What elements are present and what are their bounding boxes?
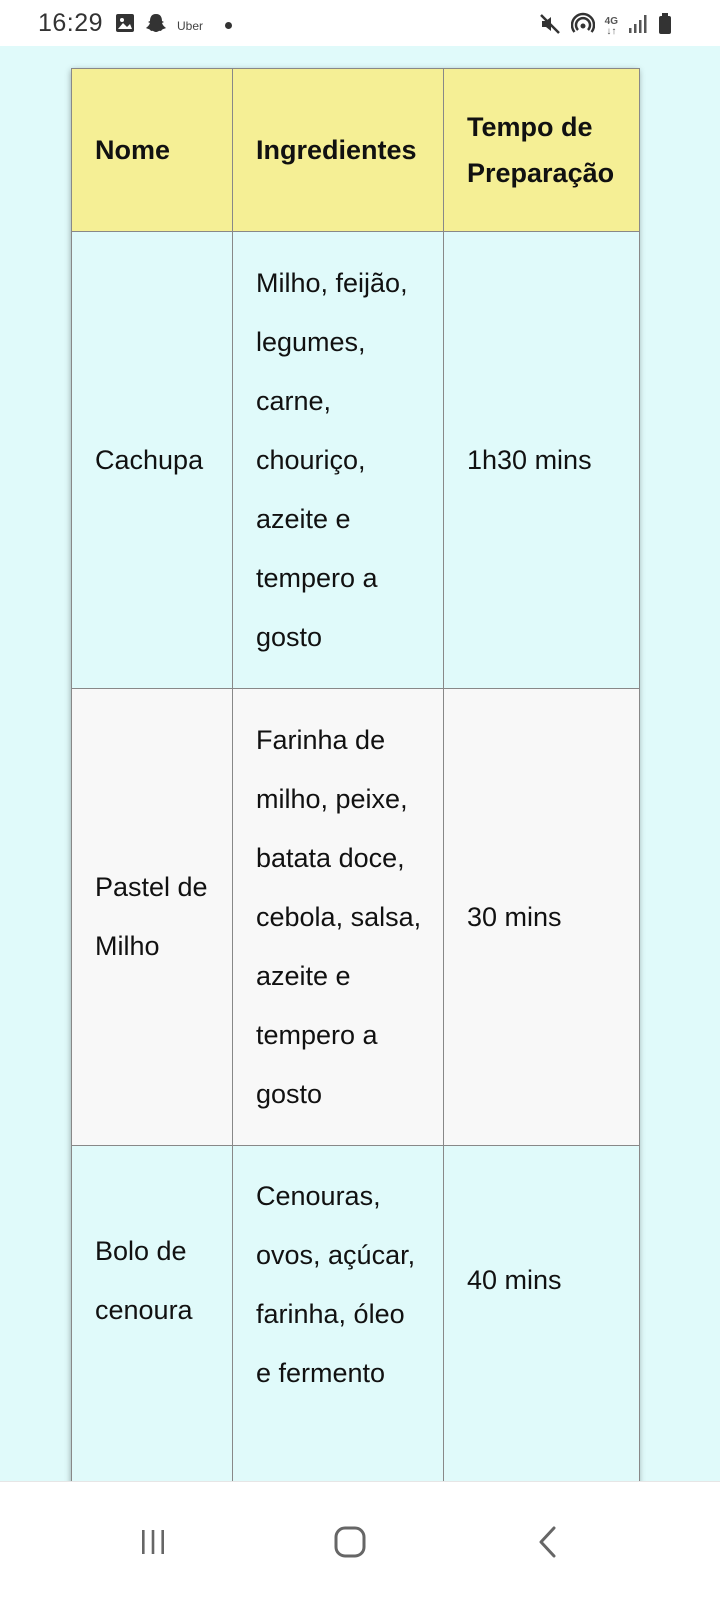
cell-tempo: 1h30 mins (443, 231, 640, 689)
network-4g-icon: 4G ↓↑ (604, 15, 618, 37)
cell-nome: Cachupa (71, 231, 233, 689)
signal-icon (628, 14, 648, 39)
back-icon[interactable] (528, 1522, 568, 1562)
status-time: 16:29 (38, 9, 104, 37)
cell-nome: Pastel de Milho (71, 688, 233, 1146)
table-header-row: Nome Ingredientes Tempo de Preparação (71, 68, 640, 232)
battery-icon (658, 13, 672, 40)
table-row: Cachupa Milho, feijão, legumes, carne, c… (71, 231, 640, 689)
recipes-table: Nome Ingredientes Tempo de Preparação Ca… (71, 68, 640, 1592)
network-label: 4G (604, 15, 618, 27)
header-tempo: Tempo de Preparação (443, 68, 640, 232)
system-icons: 4G ↓↑ (539, 12, 672, 41)
snapchat-ghost-icon (145, 12, 167, 39)
recent-apps-icon[interactable] (133, 1522, 173, 1562)
mute-icon (539, 13, 561, 40)
status-bar: 16:29 Uber 4G ↓↑ (0, 0, 720, 46)
uber-icon: Uber (177, 18, 204, 33)
table: Nome Ingredientes Tempo de Preparação Ca… (71, 68, 640, 1592)
navigation-bar (0, 1481, 720, 1601)
cell-tempo: 30 mins (443, 688, 640, 1146)
header-ingredientes: Ingredientes (232, 68, 444, 232)
cell-ingredientes: Farinha de milho, peixe, batata doce, ce… (232, 688, 444, 1146)
notification-icons: Uber (115, 12, 233, 39)
table-row: Pastel de Milho Farinha de milho, peixe,… (71, 688, 640, 1146)
home-icon[interactable] (330, 1522, 370, 1562)
dot-icon (225, 22, 233, 29)
cell-ingredientes: Milho, feijão, legumes, carne, chouriço,… (232, 231, 444, 689)
image-icon (115, 13, 135, 38)
header-nome: Nome (71, 68, 233, 232)
hotspot-icon (570, 12, 595, 41)
